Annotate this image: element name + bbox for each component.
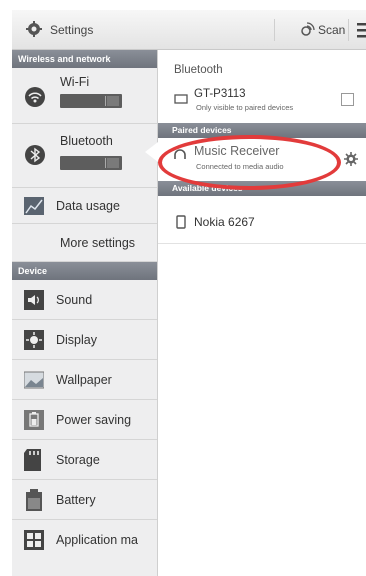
sidebar-item-data-usage[interactable]: Data usage bbox=[12, 188, 157, 224]
storage-icon bbox=[24, 449, 41, 471]
section-device: Device bbox=[12, 262, 157, 280]
scan-icon[interactable] bbox=[298, 20, 316, 38]
sidebar-item-label: Bluetooth bbox=[60, 134, 113, 148]
menu-icon[interactable] bbox=[357, 22, 366, 38]
sidebar-item-bluetooth[interactable]: Bluetooth bbox=[12, 124, 157, 188]
panel-title: Bluetooth bbox=[174, 64, 223, 76]
section-wireless: Wireless and network bbox=[12, 50, 157, 68]
wifi-toggle[interactable] bbox=[60, 94, 122, 108]
sidebar-item-display[interactable]: Display bbox=[12, 320, 157, 360]
own-device-name: GT-P3113 bbox=[194, 88, 246, 100]
application-manager-icon bbox=[24, 530, 44, 550]
device-settings-icon[interactable] bbox=[344, 152, 358, 166]
sidebar-item-label: Display bbox=[56, 333, 97, 347]
action-bar: Settings Scan bbox=[12, 10, 366, 50]
sidebar-item-application-manager[interactable]: Application ma bbox=[12, 520, 157, 560]
sidebar-item-wifi[interactable]: Wi-Fi bbox=[12, 68, 157, 124]
sidebar-item-power-saving[interactable]: Power saving bbox=[12, 400, 157, 440]
sidebar-item-label: Wallpaper bbox=[56, 373, 112, 387]
data-usage-icon bbox=[24, 197, 44, 215]
page-title: Settings bbox=[50, 23, 94, 37]
sidebar-item-label: Wi-Fi bbox=[60, 75, 90, 89]
annotation-highlight-circle bbox=[158, 135, 341, 190]
sidebar-item-wallpaper[interactable]: Wallpaper bbox=[12, 360, 157, 400]
visibility-checkbox[interactable] bbox=[341, 93, 354, 106]
power-saving-icon bbox=[24, 410, 44, 430]
scan-button[interactable]: Scan bbox=[318, 23, 345, 37]
sidebar-item-storage[interactable]: Storage bbox=[12, 440, 157, 480]
available-device-row[interactable]: Nokia 6267 bbox=[158, 210, 366, 244]
selection-pointer bbox=[145, 142, 158, 162]
divider bbox=[274, 19, 275, 41]
sidebar-item-battery[interactable]: Battery bbox=[12, 480, 157, 520]
battery-icon bbox=[26, 489, 42, 511]
settings-gear-icon bbox=[26, 21, 42, 37]
bluetooth-toggle[interactable] bbox=[60, 156, 122, 170]
sidebar-item-label: Data usage bbox=[56, 199, 120, 213]
sidebar-item-label: More settings bbox=[60, 236, 136, 250]
bluetooth-icon bbox=[25, 145, 45, 165]
tablet-icon bbox=[174, 94, 188, 104]
wallpaper-icon bbox=[24, 371, 44, 389]
divider bbox=[348, 19, 349, 41]
settings-sidebar: Wireless and network Wi-Fi Bluetooth Dat… bbox=[12, 50, 158, 576]
sound-icon bbox=[24, 290, 44, 310]
sidebar-item-label: Power saving bbox=[56, 413, 132, 427]
display-icon bbox=[24, 330, 44, 350]
sidebar-item-label: Application ma bbox=[56, 533, 138, 547]
phone-icon bbox=[176, 215, 186, 229]
sidebar-item-sound[interactable]: Sound bbox=[12, 280, 157, 320]
sidebar-item-label: Battery bbox=[56, 493, 96, 507]
bluetooth-panel: Bluetooth GT-P3113 Only visible to paire… bbox=[158, 50, 366, 576]
own-device-visibility: Only visible to paired devices bbox=[196, 103, 294, 112]
sidebar-item-more-settings[interactable]: More settings bbox=[12, 224, 157, 262]
wifi-icon bbox=[25, 87, 45, 107]
sidebar-item-label: Sound bbox=[56, 293, 93, 307]
sidebar-item-label: Storage bbox=[56, 453, 100, 467]
own-device-row[interactable]: GT-P3113 Only visible to paired devices bbox=[158, 84, 366, 118]
available-device-name: Nokia 6267 bbox=[194, 215, 255, 229]
